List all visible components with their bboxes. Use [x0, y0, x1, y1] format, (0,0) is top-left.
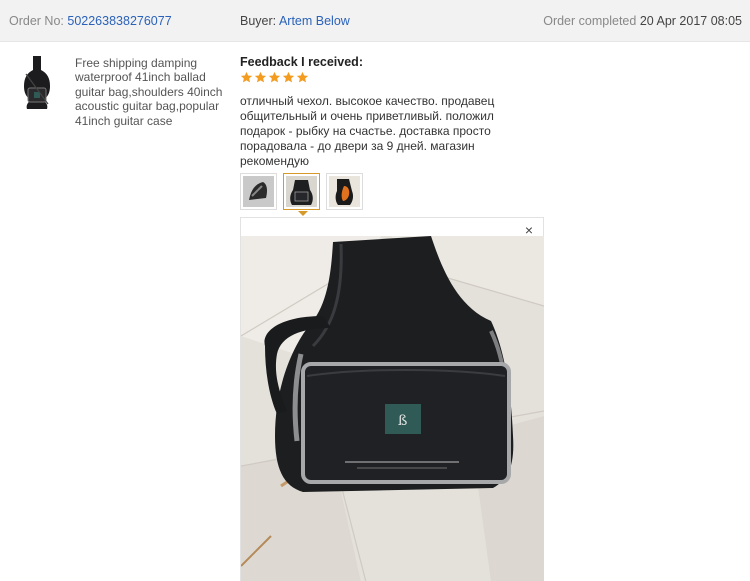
order-status: Order completed 20 Apr 2017 08:05: [543, 14, 742, 28]
star-icon: [296, 71, 309, 83]
rating-stars: [240, 71, 309, 87]
star-icon: [282, 71, 295, 83]
feedback-text: отличный чехол. высокое качество. продав…: [240, 94, 495, 168]
order-header: Order No: 502263838276077 Buyer: Artem B…: [0, 0, 750, 42]
feedback-heading: Feedback I received:: [240, 55, 363, 69]
buyer-label: Buyer:: [240, 14, 277, 28]
photo-thumbnail-3[interactable]: [326, 173, 363, 210]
enlarged-photo: ß: [241, 236, 544, 581]
order-number-label: Order No:: [9, 14, 64, 28]
star-icon: [240, 71, 253, 83]
buyer-link[interactable]: Artem Below: [279, 14, 350, 28]
order-number-link[interactable]: 502263838276077: [67, 14, 171, 28]
photo-1-image: [243, 176, 274, 207]
product-thumbnail[interactable]: [22, 54, 52, 110]
product-title[interactable]: Free shipping damping waterproof 41inch …: [75, 56, 233, 128]
star-icon: [254, 71, 267, 83]
guitar-bag-image: [24, 56, 50, 109]
buyer: Buyer: Artem Below: [240, 14, 350, 28]
star-icon: [268, 71, 281, 83]
photo-thumbnails: [240, 173, 363, 216]
photo-viewer: × ß: [240, 217, 544, 581]
photo-thumbnail-2[interactable]: [283, 173, 320, 216]
order-status-label: Order completed: [543, 14, 637, 28]
order-number: Order No: 502263838276077: [9, 14, 172, 28]
photo-3-image: [329, 176, 360, 207]
photo-thumbnail-1[interactable]: [240, 173, 277, 210]
svg-text:ß: ß: [398, 413, 407, 429]
photo-2-image: [286, 176, 317, 207]
order-status-date: 20 Apr 2017 08:05: [639, 14, 742, 28]
selected-indicator: [298, 211, 308, 216]
